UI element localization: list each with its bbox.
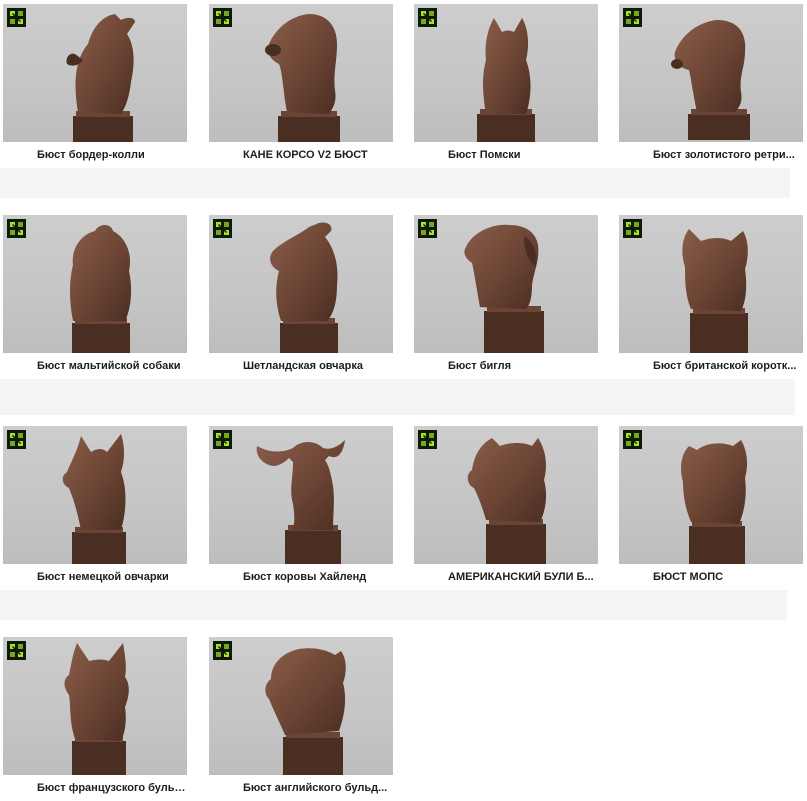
product-thumbnail[interactable] [3,215,187,353]
pug-bust-image [681,440,748,564]
product-caption: Шетландская овчарка [209,353,394,379]
product-thumbnail[interactable] [209,637,393,775]
product-title-link[interactable]: Бюст немецкой овчарки [37,571,187,583]
row-divider [0,168,790,198]
cults-3d-logo-icon [7,641,26,660]
product-thumbnail[interactable] [414,426,598,564]
american-bully-bust-image [467,438,547,564]
product-title-link[interactable]: БЮСТ МОПС [653,571,803,583]
product-grid: Бюст бордер-колли КАНЕ КОРСО V2 БЮСТ Бюс… [0,0,807,801]
product-card[interactable]: Бюст мальтийской собаки [3,215,188,379]
cults-3d-logo-icon [418,430,437,449]
product-thumbnail[interactable] [3,4,187,142]
product-caption: Бюст коровы Хайленд [209,564,394,590]
product-thumbnail[interactable] [209,426,393,564]
product-title-link[interactable]: Бюст золотистого ретри... [653,149,803,161]
product-thumbnail[interactable] [619,4,803,142]
row-divider [0,379,795,415]
beagle-bust-image [464,224,544,353]
product-card[interactable]: Бюст бигля [414,215,599,379]
cults-3d-logo-icon [213,219,232,238]
product-caption: Бюст бигля [414,353,599,379]
product-title-link[interactable]: Бюст французского бульд... [37,782,187,794]
product-caption: Бюст французского бульд... [3,775,188,801]
cults-3d-logo-icon [7,8,26,27]
cults-3d-logo-icon [623,430,642,449]
product-caption: КАНЕ КОРСО V2 БЮСТ [209,142,394,168]
product-card[interactable]: АМЕРИКАНСКИЙ БУЛИ Б... [414,426,599,590]
product-card[interactable]: Бюст английского бульд... [209,637,394,801]
highland-cow-bust-image [256,440,345,564]
product-thumbnail[interactable] [209,215,393,353]
product-title-link[interactable]: Бюст английского бульд... [243,782,393,794]
cults-3d-logo-icon [7,219,26,238]
product-card[interactable]: Шетландская овчарка [209,215,394,379]
cults-3d-logo-icon [623,219,642,238]
cults-3d-logo-icon [213,430,232,449]
product-title-link[interactable]: Бюст Помски [448,149,598,161]
english-bulldog-bust-image [265,648,346,775]
product-card[interactable]: Бюст Помски [414,4,599,168]
product-card[interactable]: Бюст коровы Хайленд [209,426,394,590]
product-thumbnail[interactable] [3,426,187,564]
product-card[interactable]: Бюст немецкой овчарки [3,426,188,590]
product-thumbnail[interactable] [209,4,393,142]
golden-retriever-bust-image [671,20,750,140]
cane-corso-bust-image [265,14,340,142]
product-card[interactable]: Бюст французского бульд... [3,637,188,801]
product-title-link[interactable]: КАНЕ КОРСО V2 БЮСТ [243,149,393,161]
cults-3d-logo-icon [623,8,642,27]
product-title-link[interactable]: Бюст коровы Хайленд [243,571,393,583]
product-title-link[interactable]: Шетландская овчарка [243,360,393,372]
product-card[interactable]: БЮСТ МОПС [619,426,804,590]
product-card[interactable]: Бюст золотистого ретри... [619,4,804,168]
product-caption: Бюст золотистого ретри... [619,142,804,168]
british-shorthair-bust-image [682,229,748,353]
pomsky-bust-image [477,18,535,142]
maltese-bust-image [70,225,132,353]
product-card[interactable]: Бюст бордер-колли [3,4,188,168]
product-thumbnail[interactable] [619,426,803,564]
product-card[interactable]: Бюст британской коротк... [619,215,804,379]
cults-3d-logo-icon [418,8,437,27]
product-caption: Бюст мальтийской собаки [3,353,188,379]
product-thumbnail[interactable] [619,215,803,353]
border-collie-bust-image [66,14,135,142]
french-bulldog-bust-image [64,643,129,775]
product-caption: Бюст немецкой овчарки [3,564,188,590]
product-thumbnail[interactable] [414,4,598,142]
product-card[interactable]: КАНЕ КОРСО V2 БЮСТ [209,4,394,168]
product-caption: Бюст бордер-колли [3,142,188,168]
product-title-link[interactable]: Бюст бордер-колли [37,149,187,161]
cults-3d-logo-icon [213,8,232,27]
sheltie-bust-image [270,222,338,353]
product-caption: БЮСТ МОПС [619,564,804,590]
product-title-link[interactable]: Бюст британской коротк... [653,360,803,372]
product-thumbnail[interactable] [414,215,598,353]
product-caption: АМЕРИКАНСКИЙ БУЛИ Б... [414,564,599,590]
cults-3d-logo-icon [213,641,232,660]
cults-3d-logo-icon [7,430,26,449]
german-shepherd-bust-image [62,434,126,564]
product-thumbnail[interactable] [3,637,187,775]
product-caption: Бюст английского бульд... [209,775,394,801]
product-caption: Бюст Помски [414,142,599,168]
product-caption: Бюст британской коротк... [619,353,804,379]
row-divider [0,590,787,620]
product-title-link[interactable]: Бюст бигля [448,360,598,372]
product-title-link[interactable]: Бюст мальтийской собаки [37,360,187,372]
product-title-link[interactable]: АМЕРИКАНСКИЙ БУЛИ Б... [448,571,598,583]
cults-3d-logo-icon [418,219,437,238]
